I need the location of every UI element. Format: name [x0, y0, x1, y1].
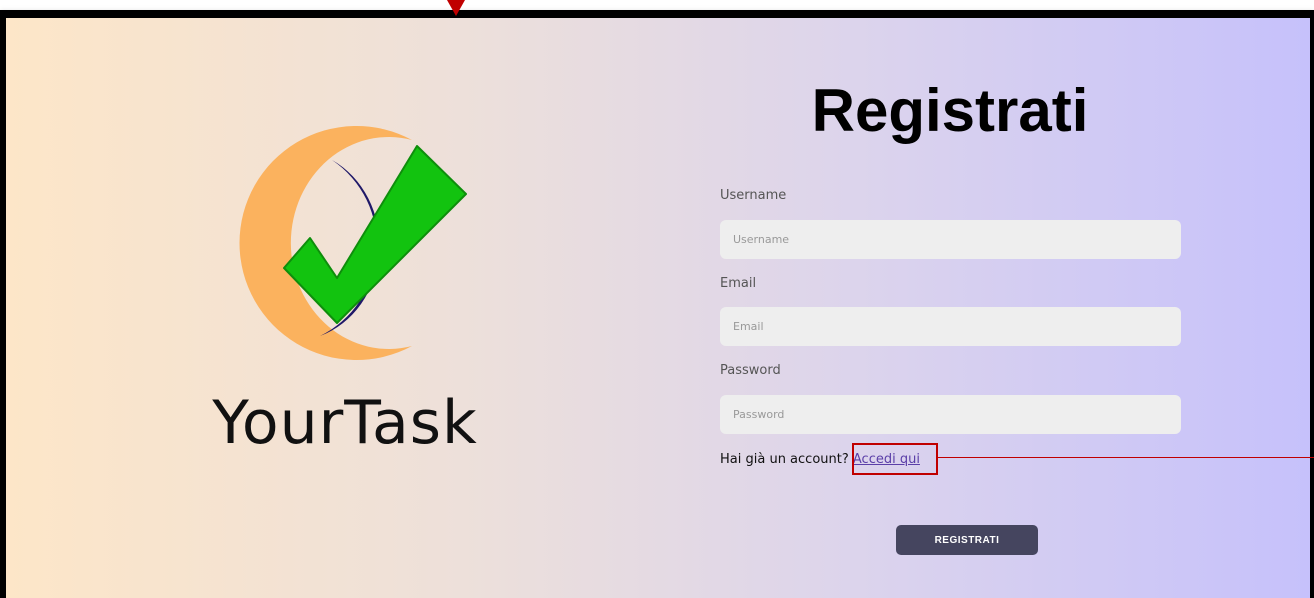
annotation-arrow — [447, 0, 465, 16]
email-input[interactable] — [720, 307, 1181, 346]
yourtask-logo-icon — [239, 126, 467, 361]
password-input[interactable] — [720, 395, 1181, 434]
login-prompt-text: Hai già un account? — [720, 452, 849, 467]
page-title: Registrati — [811, 77, 1089, 144]
brand-name: YourTask — [212, 388, 478, 458]
annotation-highlight-box — [852, 443, 938, 475]
username-input[interactable] — [720, 220, 1181, 259]
username-label: Username — [720, 188, 787, 203]
password-label: Password — [720, 363, 781, 378]
register-button[interactable]: REGISTRATI — [896, 525, 1038, 555]
annotation-callout-line — [938, 457, 1314, 458]
email-label: Email — [720, 276, 757, 291]
